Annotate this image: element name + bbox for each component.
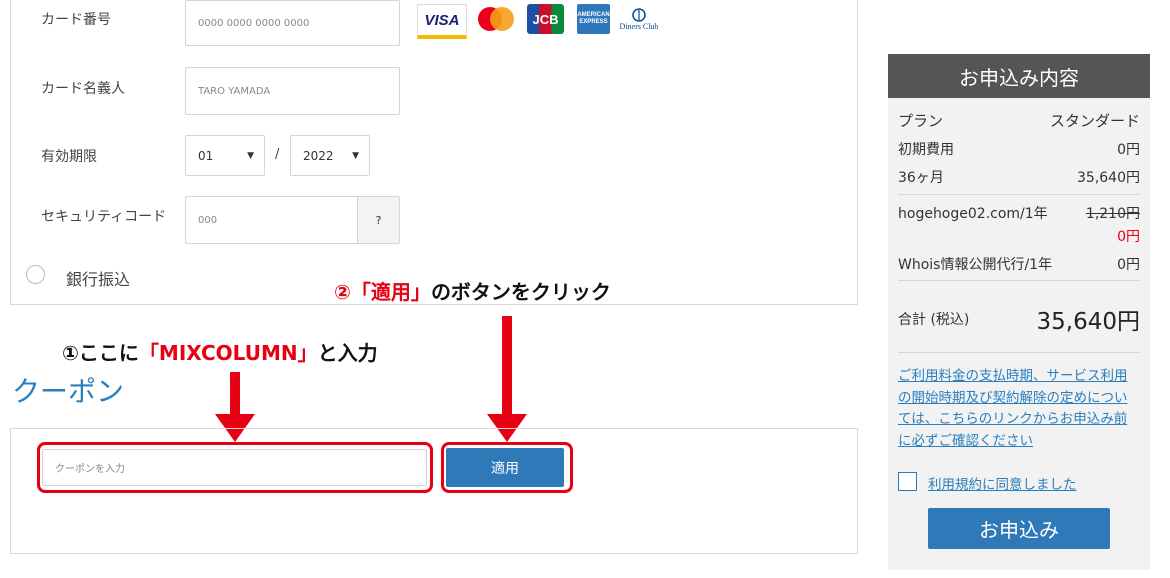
card-holder-placeholder: TARO YAMADA [198,85,271,97]
bank-transfer-radio[interactable] [26,265,45,284]
expiry-separator: / [275,147,280,162]
mastercard-logo-icon [472,4,520,34]
terms-link[interactable]: ご利用料金の支払時期、サービス利用の開始時期及び契約解除の定めについては、こちら… [898,366,1140,452]
amex-logo-icon: AMERICAN EXPRESS [577,4,610,34]
total-price: 35,640円 [1036,309,1140,335]
initial-fee-row: 初期費用 0円 [898,142,1140,158]
card-number-input[interactable]: 0000 0000 0000 0000 [185,0,400,46]
card-number-placeholder: 0000 0000 0000 0000 [198,17,310,29]
submit-application-button[interactable]: お申込み [928,508,1110,549]
bank-transfer-label: 銀行振込 [66,270,131,289]
expiry-year-select[interactable]: 2022 ▼ [290,135,370,176]
coupon-title: クーポン [12,375,125,408]
whois-row: Whois情報公開代行/1年 0円 [898,257,1140,273]
expiry-year-value: 2022 [303,148,334,163]
apply-coupon-button[interactable]: 適用 [446,448,564,487]
card-holder-label: カード名義人 [41,81,125,97]
diners-club-logo-icon: Diners Club [618,4,660,34]
divider [898,352,1140,353]
term-row: 36ヶ月 35,640円 [898,170,1140,186]
arrow-down-icon [487,316,527,442]
domain-row: hogehoge02.com/1年 1,210円 [898,203,1140,223]
security-help-button[interactable]: ? [357,197,399,243]
expiry-month-value: 01 [198,148,214,163]
order-summary-title: お申込み内容 [888,54,1150,98]
chevron-down-icon: ▼ [352,150,359,161]
annotation-step-1: ①ここに「MIXCOLUMN」と入力 [62,341,378,365]
domain-original-price: 1,210円 [1085,206,1140,222]
security-code-input[interactable]: 000 ? [185,196,400,244]
agree-terms-link[interactable]: 利用規約に同意しました [928,473,1077,493]
agree-checkbox[interactable] [898,472,917,491]
expiry-month-select[interactable]: 01 ▼ [185,135,265,176]
card-holder-input[interactable]: TARO YAMADA [185,67,400,115]
divider [898,194,1140,195]
domain-price: 0円 [1117,229,1140,245]
divider [898,280,1140,281]
security-code-label: セキュリティコード [41,209,167,225]
payment-form [10,0,858,305]
expiry-label: 有効期限 [41,149,97,165]
coupon-input[interactable]: クーポンを入力 [42,449,427,486]
security-code-placeholder: 000 [198,214,218,226]
annotation-step-2: ②「適用」のボタンをクリック [334,280,611,304]
plan-row: プラン スタンダード [898,112,1140,130]
visa-logo-icon: VISA [417,4,467,39]
total-row: 合計 (税込) 35,640円 [898,302,1140,336]
chevron-down-icon: ▼ [247,150,254,161]
coupon-input-placeholder: クーポンを入力 [55,464,125,475]
card-number-label: カード番号 [41,12,111,28]
jcb-logo-icon: JCB [527,4,564,34]
